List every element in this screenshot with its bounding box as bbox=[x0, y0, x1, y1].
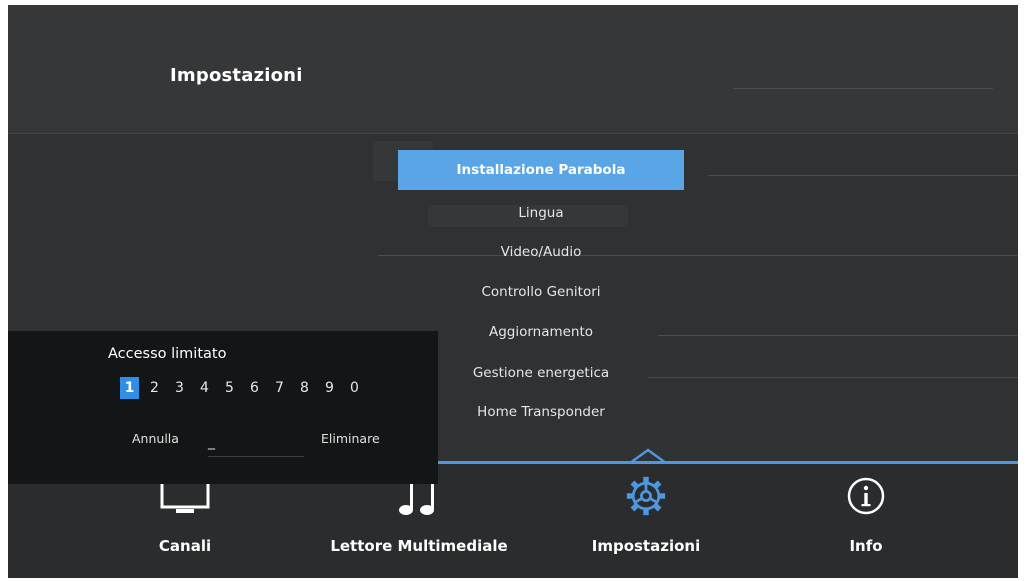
menu-item-video-audio[interactable]: Video/Audio bbox=[398, 232, 684, 272]
nav-label: Info bbox=[849, 537, 883, 555]
menu-item-aggiornamento[interactable]: Aggiornamento bbox=[398, 312, 684, 352]
digit-key[interactable]: 2 bbox=[145, 377, 164, 399]
info-icon bbox=[847, 477, 885, 515]
nav-item-impostazioni[interactable]: Impostazioni bbox=[576, 475, 716, 555]
cancel-button[interactable]: Annulla bbox=[132, 431, 179, 446]
digit-keypad: 1 2 3 4 5 6 7 8 9 0 bbox=[120, 377, 370, 399]
divider bbox=[658, 335, 1018, 336]
active-indicator-notch bbox=[629, 448, 667, 464]
digit-key[interactable]: 8 bbox=[295, 377, 314, 399]
digit-key[interactable]: 4 bbox=[195, 377, 214, 399]
digit-key[interactable]: 0 bbox=[345, 377, 364, 399]
menu-item-lingua[interactable]: Lingua bbox=[398, 193, 684, 233]
menu-item-installazione-parabola[interactable]: Installazione Parabola bbox=[398, 150, 684, 190]
divider bbox=[648, 377, 1018, 378]
divider bbox=[733, 88, 993, 89]
digit-key[interactable]: 6 bbox=[245, 377, 264, 399]
tv-settings-screen: Impostazioni Installazione Parabola Ling… bbox=[8, 5, 1018, 578]
menu-item-gestione-energetica[interactable]: Gestione energetica bbox=[398, 353, 684, 393]
digit-key[interactable]: 1 bbox=[120, 377, 139, 399]
gear-icon bbox=[626, 476, 666, 516]
nav-label: Lettore Multimediale bbox=[330, 537, 508, 555]
menu-item-controllo-genitori[interactable]: Controllo Genitori bbox=[398, 272, 684, 312]
restricted-access-dialog: Accesso limitato 1 2 3 4 5 6 7 8 9 0 Ann… bbox=[8, 331, 438, 484]
nav-item-canali[interactable]: Canali bbox=[130, 475, 240, 555]
digit-key[interactable]: 9 bbox=[320, 377, 339, 399]
digit-key[interactable]: 7 bbox=[270, 377, 289, 399]
menu-item-home-transponder[interactable]: Home Transponder bbox=[398, 392, 684, 432]
nav-item-info[interactable]: Info bbox=[816, 475, 916, 555]
nav-label: Canali bbox=[158, 537, 212, 555]
digit-key[interactable]: 5 bbox=[220, 377, 239, 399]
nav-label: Impostazioni bbox=[591, 537, 701, 555]
nav-item-lettore-multimediale[interactable]: Lettore Multimediale bbox=[308, 475, 530, 555]
digit-key[interactable]: 3 bbox=[170, 377, 189, 399]
page-title: Impostazioni bbox=[170, 65, 303, 86]
pin-input[interactable]: _ bbox=[208, 434, 304, 457]
nav-accent-line bbox=[408, 461, 1018, 464]
divider bbox=[708, 175, 1018, 176]
header: Impostazioni bbox=[8, 5, 1018, 134]
dialog-title: Accesso limitato bbox=[108, 346, 227, 362]
delete-button[interactable]: Eliminare bbox=[321, 431, 380, 446]
